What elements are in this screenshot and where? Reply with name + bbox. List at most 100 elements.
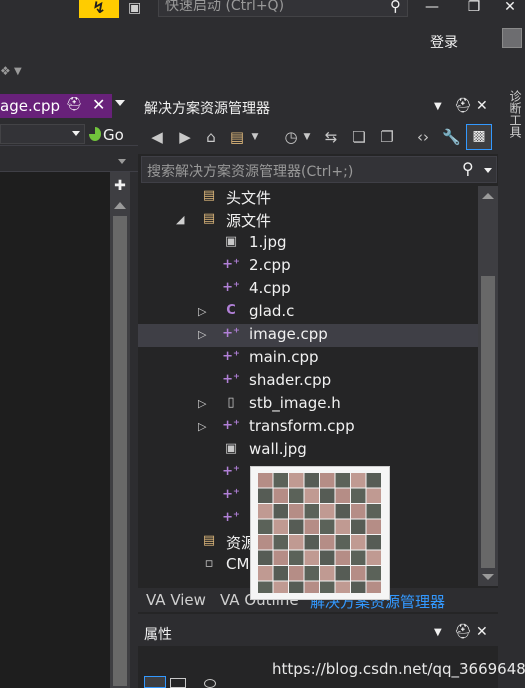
texture-tile bbox=[335, 519, 350, 534]
texture-tile bbox=[335, 504, 350, 519]
close-icon[interactable]: ✕ bbox=[92, 95, 105, 114]
texture-tile bbox=[351, 473, 366, 488]
tree-item[interactable]: ▷ +⁺ transform.cpp bbox=[138, 416, 478, 439]
close-icon[interactable]: ✕ bbox=[476, 98, 488, 114]
home-icon[interactable]: ⌂ bbox=[202, 128, 220, 146]
search-icon[interactable]: ⚲ bbox=[462, 159, 474, 178]
texture-tile bbox=[351, 488, 366, 503]
watermark: https://blog.csdn.net/qq_36696486 bbox=[272, 660, 525, 678]
pin-icon[interactable]: ⛑ bbox=[66, 97, 83, 112]
visual-studio-logo-icon: ↯ bbox=[79, 0, 119, 18]
diagnostic-tools-side-tab[interactable]: 诊断工具 bbox=[506, 90, 524, 138]
solution-explorer-search-input[interactable]: 搜索解决方案资源管理器(Ctrl+;) ⚲ bbox=[141, 156, 497, 183]
texture-tile bbox=[289, 550, 304, 565]
texture-tile bbox=[289, 581, 304, 593]
collapsed-arrow-icon[interactable]: ▷ bbox=[198, 328, 210, 341]
tree-item[interactable]: ▷ ▯ stb_image.h bbox=[138, 393, 478, 416]
tab-va-view[interactable]: VA View bbox=[146, 591, 206, 609]
split-handle-icon[interactable]: ✚ bbox=[110, 178, 130, 194]
tree-item-label: 2.cpp bbox=[249, 256, 291, 274]
quick-launch-input[interactable]: 快速启动 (Ctrl+Q) ⚲ bbox=[158, 0, 408, 17]
texture-tile bbox=[273, 550, 288, 565]
cpp-file-icon: +⁺ bbox=[222, 464, 240, 479]
chevron-down-icon[interactable]: ▼ bbox=[298, 132, 316, 142]
chevron-down-icon[interactable]: ▼ bbox=[434, 627, 442, 638]
tree-item[interactable]: +⁺ shader.cpp bbox=[138, 370, 478, 393]
tree-item-label: CM bbox=[226, 555, 250, 573]
texture-tile bbox=[366, 473, 381, 488]
cpp-file-icon: +⁺ bbox=[222, 372, 240, 387]
tree-item[interactable]: +⁺ main.cpp bbox=[138, 347, 478, 370]
show-all-files-icon[interactable]: ❐ bbox=[378, 128, 396, 146]
texture-tile bbox=[273, 535, 288, 550]
restore-button[interactable]: ❐ bbox=[460, 0, 488, 18]
back-icon[interactable]: ◀ bbox=[148, 128, 166, 146]
user-icon[interactable] bbox=[502, 28, 522, 48]
chevron-down-icon[interactable]: ▼ bbox=[246, 132, 264, 142]
texture-tile bbox=[335, 488, 350, 503]
cpp-file-icon: +⁺ bbox=[222, 418, 240, 433]
scrollbar-thumb[interactable] bbox=[481, 276, 495, 568]
tab-list-dropdown-icon[interactable] bbox=[115, 100, 125, 106]
folder-icon: ▤ bbox=[202, 188, 216, 203]
tree-item[interactable]: ▣ 1.jpg bbox=[138, 232, 478, 255]
tree-item[interactable]: +⁺ 4.cpp bbox=[138, 278, 478, 301]
chevron-down-icon[interactable] bbox=[118, 159, 126, 164]
scroll-down-icon[interactable] bbox=[482, 574, 494, 580]
tree-item-label: shader.cpp bbox=[249, 371, 332, 389]
texture-tile bbox=[335, 566, 350, 581]
tree-item[interactable]: ▤ 头文件 bbox=[138, 186, 478, 209]
property-pages-icon[interactable] bbox=[204, 679, 216, 688]
chevron-down-icon[interactable]: ▼ bbox=[434, 101, 442, 112]
folder-icon: ▤ bbox=[202, 211, 216, 226]
pin-icon[interactable]: ⛑ bbox=[454, 624, 472, 640]
code-editor[interactable] bbox=[0, 172, 110, 688]
expanded-arrow-icon[interactable]: ◢ bbox=[176, 213, 188, 226]
categorized-icon[interactable] bbox=[144, 676, 166, 688]
texture-tile bbox=[273, 473, 288, 488]
properties-wrench-icon[interactable]: 🔧 bbox=[442, 128, 461, 146]
texture-tile bbox=[320, 581, 335, 593]
texture-tile bbox=[304, 550, 319, 565]
tree-item[interactable]: +⁺ 2.cpp bbox=[138, 255, 478, 278]
alphabetical-icon[interactable] bbox=[170, 678, 186, 688]
feedback-icon[interactable]: ▣ bbox=[128, 0, 148, 18]
scrollbar-thumb[interactable] bbox=[113, 216, 127, 686]
editor-tab-image-cpp[interactable]: age.cpp ⛑ ✕ bbox=[0, 94, 112, 118]
tree-item[interactable]: ▣ wall.jpg bbox=[138, 439, 478, 462]
texture-tile bbox=[304, 473, 319, 488]
chevron-down-icon[interactable]: ▼ bbox=[14, 66, 22, 77]
tree-item-label: wall.jpg bbox=[249, 440, 307, 458]
scroll-up-icon[interactable] bbox=[114, 202, 126, 209]
texture-tile bbox=[289, 473, 304, 488]
wall-texture-thumbnail bbox=[258, 473, 381, 593]
chevron-down-icon[interactable] bbox=[484, 168, 492, 173]
pin-icon[interactable]: ❖ bbox=[0, 64, 11, 78]
login-link[interactable]: 登录 bbox=[430, 32, 458, 52]
sync-icon[interactable]: ⇆ bbox=[322, 128, 340, 146]
close-window-button[interactable]: ✕ bbox=[496, 0, 524, 18]
c-file-icon: C bbox=[226, 303, 236, 318]
close-icon[interactable]: ✕ bbox=[476, 624, 488, 640]
view-code-icon[interactable]: ‹› bbox=[414, 128, 432, 146]
header-file-icon: ▯ bbox=[227, 395, 235, 410]
switch-views-icon[interactable]: ▤ bbox=[228, 128, 246, 146]
scroll-up-icon[interactable] bbox=[482, 193, 494, 199]
tree-item[interactable]: ▷ +⁺ image.cpp bbox=[138, 324, 478, 347]
collapsed-arrow-icon[interactable]: ▷ bbox=[198, 420, 210, 433]
texture-tile bbox=[258, 581, 273, 593]
solution-explorer-header: 解决方案资源管理器 ▼ ⛑ ✕ bbox=[138, 94, 498, 120]
pin-icon[interactable]: ⛑ bbox=[454, 98, 472, 114]
tree-item[interactable]: ▷ Cglad.c bbox=[138, 301, 478, 324]
forward-icon[interactable]: ▶ bbox=[176, 128, 194, 146]
tree-item-label: glad.c bbox=[249, 302, 295, 320]
texture-tile bbox=[289, 566, 304, 581]
collapsed-arrow-icon[interactable]: ▷ bbox=[198, 305, 210, 318]
texture-tile bbox=[366, 566, 381, 581]
go-button[interactable]: Go bbox=[103, 126, 124, 144]
tree-item[interactable]: ◢ ▤ 源文件 bbox=[138, 209, 478, 232]
preview-selected-items-icon[interactable]: ▩ bbox=[466, 124, 492, 150]
collapse-all-icon[interactable]: ❏ bbox=[350, 128, 368, 146]
minimize-button[interactable]: — bbox=[418, 0, 446, 18]
collapsed-arrow-icon[interactable]: ▷ bbox=[198, 397, 210, 410]
